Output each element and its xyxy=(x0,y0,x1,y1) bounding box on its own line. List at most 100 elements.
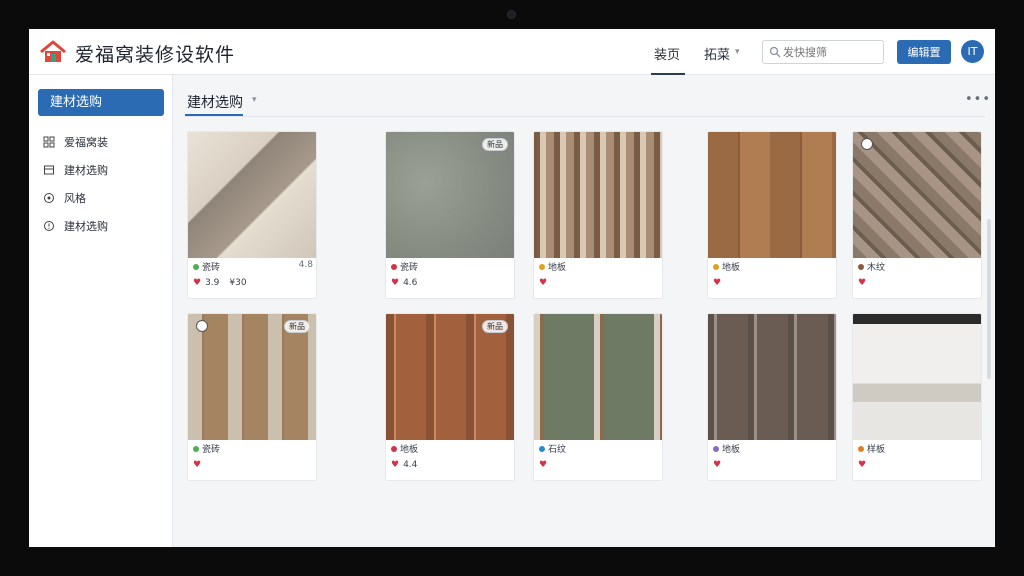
card-info-row: 木纹 xyxy=(858,260,978,274)
status-badge: 新品 xyxy=(482,320,508,333)
material-card[interactable]: 新品 地板 ♥ 4.4 xyxy=(385,313,515,481)
content-title[interactable]: 建材选购 xyxy=(187,92,243,112)
sidebar-item-1[interactable]: 建材选购 xyxy=(43,161,108,179)
app-screen: 爱福窝装修设软件 装页 拓菜 ▾ 编辑置 IT 建材选购 爱福窝装 xyxy=(29,29,995,547)
card-info-row: 地板 xyxy=(713,260,833,274)
sidebar-item-label: 爱福窝装 xyxy=(64,136,108,149)
category-dot-icon xyxy=(713,263,719,270)
material-card[interactable]: 地板 ♥ xyxy=(707,131,837,299)
chevron-down-icon[interactable]: ▾ xyxy=(252,95,257,105)
heart-icon[interactable]: ♥ xyxy=(713,278,721,288)
card-stats-row: ♥ 3.9 ¥30 xyxy=(193,278,313,292)
heart-icon[interactable]: ♥ xyxy=(539,460,547,470)
material-swatch-image[interactable] xyxy=(188,132,316,258)
box-icon xyxy=(44,165,54,175)
status-badge: 新品 xyxy=(482,138,508,151)
search-input[interactable] xyxy=(783,44,881,60)
card-name: 样板 xyxy=(867,445,886,455)
chevron-down-icon[interactable]: ▾ xyxy=(735,47,740,57)
heart-icon[interactable]: ♥ xyxy=(193,278,201,288)
nav-more[interactable]: 拓菜 xyxy=(704,44,730,63)
category-dot-icon xyxy=(193,263,199,270)
card-stats-row: ♥ xyxy=(858,278,978,292)
more-options-icon[interactable]: ••• xyxy=(965,92,991,107)
card-info-row: 瓷砖 4.8 xyxy=(193,260,313,274)
sidebar-item-label: 风格 xyxy=(64,192,86,205)
cart-icon xyxy=(44,221,54,231)
heart-icon[interactable]: ♥ xyxy=(858,278,866,288)
material-card[interactable]: 新品 瓷砖 ♥ 4.6 xyxy=(385,131,515,299)
search-icon xyxy=(769,46,781,58)
heart-icon[interactable]: ♥ xyxy=(391,460,399,470)
card-info-row: 瓷砖 xyxy=(193,442,313,456)
heart-icon[interactable]: ♥ xyxy=(193,460,201,470)
house-logo-icon xyxy=(40,40,66,62)
card-name: 地板 xyxy=(548,263,567,273)
sidebar: 建材选购 爱福窝装 建材选购 风格 建材选购 xyxy=(29,75,173,547)
card-name: 瓷砖 xyxy=(202,445,221,455)
card-name: 瓷砖 xyxy=(202,263,221,273)
card-stats-row: ♥ xyxy=(713,460,833,474)
material-card[interactable]: 地板 ♥ xyxy=(707,313,837,481)
card-name: 石纹 xyxy=(548,445,567,455)
category-dot-icon xyxy=(713,445,719,452)
sidebar-item-2[interactable]: 风格 xyxy=(43,189,86,207)
material-swatch-image[interactable] xyxy=(534,132,662,258)
material-card[interactable]: 石纹 ♥ xyxy=(533,313,663,481)
card-info-row: 地板 xyxy=(713,442,833,456)
card-stats-row: ♥ 4.6 xyxy=(391,278,511,292)
pin-icon[interactable] xyxy=(196,320,208,332)
grid-icon xyxy=(43,136,55,148)
material-swatch-image[interactable] xyxy=(708,314,836,440)
device-frame: 爱福窝装修设软件 装页 拓菜 ▾ 编辑置 IT 建材选购 爱福窝装 xyxy=(0,0,1024,576)
card-name: 地板 xyxy=(722,263,741,273)
category-dot-icon xyxy=(539,445,545,452)
camera-icon xyxy=(507,10,516,19)
card-meta: 4.8 xyxy=(298,260,313,270)
material-swatch-image[interactable] xyxy=(708,132,836,258)
app-title: 爱福窝装修设软件 xyxy=(75,44,236,66)
scrollbar[interactable] xyxy=(987,219,991,379)
card-likes: 4.4 xyxy=(403,460,418,470)
heart-icon[interactable]: ♥ xyxy=(539,278,547,288)
status-badge: 新品 xyxy=(284,320,310,333)
nav-home-indicator xyxy=(651,73,685,75)
material-swatch-image[interactable] xyxy=(853,132,981,258)
material-swatch-image[interactable] xyxy=(853,314,981,440)
card-price: ¥30 xyxy=(229,278,247,288)
heart-icon[interactable]: ♥ xyxy=(391,278,399,288)
nav-home[interactable]: 装页 xyxy=(654,44,680,63)
card-stats-row: ♥ xyxy=(713,278,833,292)
card-info-row: 地板 xyxy=(391,442,511,456)
sidebar-item-label: 建材选购 xyxy=(64,220,108,233)
heart-icon[interactable]: ♥ xyxy=(858,460,866,470)
edit-button[interactable]: 编辑置 xyxy=(897,40,951,64)
palette-icon xyxy=(44,193,54,203)
material-card[interactable]: 瓷砖 4.8 ♥ 3.9 ¥30 xyxy=(187,131,317,299)
material-card[interactable]: 新品瓷砖 ♥ xyxy=(187,313,317,481)
search-box[interactable] xyxy=(762,40,884,64)
card-name: 木纹 xyxy=(867,263,886,273)
heart-icon[interactable]: ♥ xyxy=(713,460,721,470)
material-card[interactable]: 木纹 ♥ xyxy=(852,131,982,299)
category-dot-icon xyxy=(391,445,397,452)
pin-icon[interactable] xyxy=(861,138,873,150)
category-dot-icon xyxy=(858,445,864,452)
sidebar-item-0[interactable]: 爱福窝装 xyxy=(43,133,108,151)
card-stats-row: ♥ 4.4 xyxy=(391,460,511,474)
material-swatch-image[interactable] xyxy=(534,314,662,440)
card-name: 地板 xyxy=(400,445,419,455)
category-dot-icon xyxy=(391,263,397,270)
sidebar-item-3[interactable]: 建材选购 xyxy=(43,217,108,235)
divider xyxy=(185,116,985,117)
avatar[interactable]: IT xyxy=(961,40,984,63)
card-stats-row: ♥ xyxy=(858,460,978,474)
material-card[interactable]: 地板 ♥ xyxy=(533,131,663,299)
card-info-row: 地板 xyxy=(539,260,659,274)
material-card[interactable]: 样板 ♥ xyxy=(852,313,982,481)
category-dot-icon xyxy=(858,263,864,270)
card-info-row: 样板 xyxy=(858,442,978,456)
card-stats-row: ♥ xyxy=(539,460,659,474)
card-stats-row: ♥ xyxy=(193,460,313,474)
sidebar-item-active[interactable]: 建材选购 xyxy=(38,89,164,116)
